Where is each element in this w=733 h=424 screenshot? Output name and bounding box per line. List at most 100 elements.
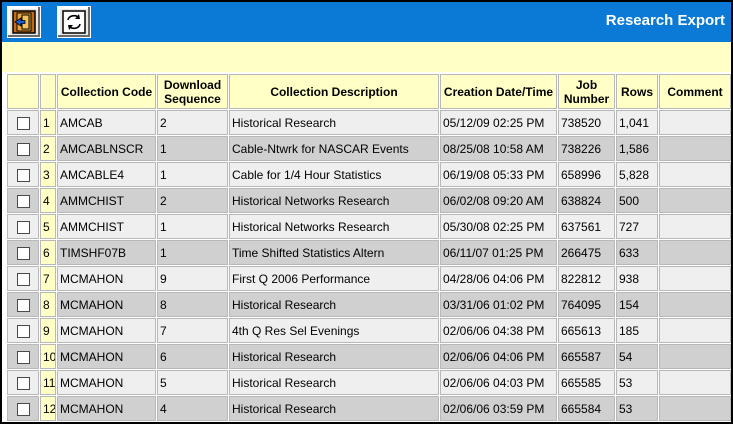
row-number-cell: 12 [40,396,56,421]
row-select-cell [7,188,39,213]
comment-cell[interactable] [659,136,731,161]
collection-description-cell: Time Shifted Statistics Altern [229,240,439,265]
download-sequence-cell: 9 [157,266,228,291]
table-row[interactable]: 2 AMCABLNSCR 1 Cable-Ntwrk for NASCAR Event… [7,136,731,161]
collection-description-cell: Historical Research [229,370,439,395]
download-sequence-cell: 6 [157,344,228,369]
table-row[interactable]: 12 MCMAHON 4 Historical Research 02/06/06 03… [7,396,731,421]
comment-cell[interactable] [659,266,731,291]
comment-cell[interactable] [659,370,731,395]
download-sequence-cell: 1 [157,214,228,239]
row-checkbox[interactable] [16,402,30,416]
rows-cell: 1,041 [616,110,658,135]
row-checkbox[interactable] [16,298,30,312]
rows-cell: 154 [616,292,658,317]
exit-button[interactable] [7,6,41,38]
collection-code-cell: MCMAHON [57,318,156,343]
collection-code-cell: MCMAHON [57,266,156,291]
collection-description-cell: First Q 2006 Performance [229,266,439,291]
row-checkbox[interactable] [16,168,30,182]
comment-cell[interactable] [659,240,731,265]
download-sequence-cell: 4 [157,396,228,421]
row-number-cell: 6 [40,240,56,265]
collection-code-header[interactable]: Collection Code [57,74,156,109]
creation-datetime-cell: 02/06/06 04:38 PM [440,318,557,343]
job-number-cell: 665613 [558,318,615,343]
row-number-cell: 1 [40,110,56,135]
row-select-cell [7,370,39,395]
download-sequence-cell: 8 [157,292,228,317]
table-row[interactable]: 6 TIMSHF07B 1 Time Shifted Statistics Alter… [7,240,731,265]
job-number-cell: 738520 [558,110,615,135]
table-row[interactable]: 9 MCMAHON 7 4th Q Res Sel Evenings 02/06/06 … [7,318,731,343]
comment-cell[interactable] [659,396,731,421]
rows-cell: 938 [616,266,658,291]
collection-description-cell: Historical Research [229,344,439,369]
table-row[interactable]: 1 AMCAB 2 Historical Research 05/12/09 02:25… [7,110,731,135]
comment-cell[interactable] [659,292,731,317]
creation-datetime-cell: 02/06/06 03:59 PM [440,396,557,421]
rows-cell: 185 [616,318,658,343]
row-checkbox[interactable] [16,246,30,260]
header-band [2,42,731,72]
table-row[interactable]: 7 MCMAHON 9 First Q 2006 Performance 04/28/0… [7,266,731,291]
table-row[interactable]: 11 MCMAHON 5 Historical Research 02/06/06 04… [7,370,731,395]
collection-code-cell: AMCABLNSCR [57,136,156,161]
table-row[interactable]: 8 MCMAHON 8 Historical Research 03/31/06 01:… [7,292,731,317]
job-number-cell: 658996 [558,162,615,187]
row-number-cell: 4 [40,188,56,213]
row-checkbox[interactable] [16,350,30,364]
row-select-cell [7,162,39,187]
job-number-header[interactable]: Job Number [558,74,615,109]
refresh-button[interactable] [57,6,91,38]
row-checkbox[interactable] [16,220,30,234]
row-number-cell: 7 [40,266,56,291]
row-checkbox[interactable] [16,272,30,286]
row-checkbox[interactable] [16,142,30,156]
table-row[interactable]: 5 AMMCHIST 1 Historical Networks Research 05… [7,214,731,239]
table-body: 1 AMCAB 2 Historical Research 05/12/09 02:25… [7,110,731,421]
creation-datetime-cell: 02/06/06 04:06 PM [440,344,557,369]
rows-header[interactable]: Rows [616,74,658,109]
row-checkbox[interactable] [16,324,30,338]
collection-description-cell: Historical Research [229,292,439,317]
table-row[interactable]: 10 MCMAHON 6 Historical Research 02/06/06 04… [7,344,731,369]
download-sequence-cell: 1 [157,162,228,187]
collection-code-cell: AMMCHIST [57,188,156,213]
creation-datetime-cell: 02/06/06 04:03 PM [440,370,557,395]
job-number-cell: 638824 [558,188,615,213]
creation-datetime-header[interactable]: Creation Date/Time [440,74,557,109]
row-select-cell [7,214,39,239]
creation-datetime-cell: 05/30/08 02:25 PM [440,214,557,239]
comment-cell[interactable] [659,188,731,213]
download-sequence-header[interactable]: Download Sequence [157,74,228,109]
creation-datetime-cell: 06/02/08 09:20 AM [440,188,557,213]
export-table: Collection Code Download Sequence Collec… [6,73,731,422]
table-row[interactable]: 3 AMCABLE4 1 Cable for 1/4 Hour Statistics 0… [7,162,731,187]
table-row[interactable]: 4 AMMCHIST 2 Historical Networks Research 06… [7,188,731,213]
collection-code-cell: MCMAHON [57,370,156,395]
comment-cell[interactable] [659,162,731,187]
comment-header[interactable]: Comment [659,74,731,109]
comment-cell[interactable] [659,318,731,343]
creation-datetime-cell: 05/12/09 02:25 PM [440,110,557,135]
refresh-icon [62,10,86,34]
rows-cell: 1,586 [616,136,658,161]
row-select-cell [7,240,39,265]
row-checkbox[interactable] [16,116,30,130]
row-select-cell [7,266,39,291]
comment-cell[interactable] [659,214,731,239]
row-checkbox[interactable] [16,376,30,390]
row-select-cell [7,344,39,369]
row-checkbox[interactable] [16,194,30,208]
comment-cell[interactable] [659,344,731,369]
job-number-cell: 822812 [558,266,615,291]
creation-datetime-cell: 06/11/07 01:25 PM [440,240,557,265]
collection-description-header[interactable]: Collection Description [229,74,439,109]
job-number-cell: 738226 [558,136,615,161]
collection-code-cell: MCMAHON [57,396,156,421]
collection-code-cell: TIMSHF07B [57,240,156,265]
rows-cell: 633 [616,240,658,265]
job-number-cell: 266475 [558,240,615,265]
comment-cell[interactable] [659,110,731,135]
